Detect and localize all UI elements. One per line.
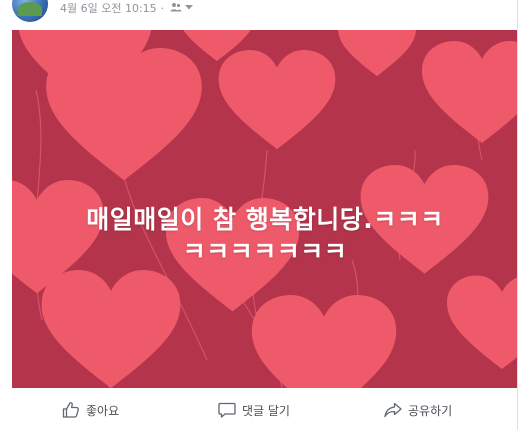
heart-shape xyxy=(46,48,202,181)
post-header: 4월 6일 오전 10:15 · xyxy=(0,0,518,30)
thumbs-up-icon xyxy=(62,402,79,418)
heart-shape xyxy=(41,270,181,388)
share-icon xyxy=(384,402,402,418)
heart-shape xyxy=(218,50,336,150)
post-card: 4월 6일 오전 10:15 · 매일매일이 참 행복합니당.ㅋㅋㅋ ㅋㅋㅋㅋㅋ… xyxy=(0,0,518,430)
post-timestamp[interactable]: 4월 6일 오전 10:15 xyxy=(60,0,157,16)
heart-shape xyxy=(422,41,518,143)
post-actions: 좋아요 댓글 달기 공유하기 xyxy=(0,390,518,430)
caret-down-icon[interactable] xyxy=(184,2,194,15)
like-button[interactable]: 좋아요 xyxy=(62,390,119,430)
comment-button[interactable]: 댓글 달기 xyxy=(218,390,290,430)
avatar[interactable] xyxy=(12,0,48,22)
post-meta: 4월 6일 오전 10:15 · xyxy=(60,1,194,15)
heart-shape xyxy=(251,295,397,388)
share-button[interactable]: 공유하기 xyxy=(384,390,452,430)
friends-icon[interactable] xyxy=(170,2,182,15)
like-label: 좋아요 xyxy=(86,403,120,418)
separator-dot: · xyxy=(160,1,165,15)
heart-shape xyxy=(447,275,518,369)
caption-line-2: ㅋㅋㅋㅋㅋㅋㅋ xyxy=(182,237,348,266)
comment-label: 댓글 달기 xyxy=(242,403,290,418)
comment-icon xyxy=(218,402,236,418)
share-label: 공유하기 xyxy=(408,403,453,418)
heart-shape xyxy=(338,30,416,77)
post-image[interactable]: 매일매일이 참 행복합니당.ㅋㅋㅋ ㅋㅋㅋㅋㅋㅋㅋ xyxy=(12,30,518,388)
image-caption: 매일매일이 참 행복합니당.ㅋㅋㅋ ㅋㅋㅋㅋㅋㅋㅋ xyxy=(12,204,518,268)
caption-line-1: 매일매일이 참 행복합니당.ㅋㅋㅋ xyxy=(86,205,444,234)
